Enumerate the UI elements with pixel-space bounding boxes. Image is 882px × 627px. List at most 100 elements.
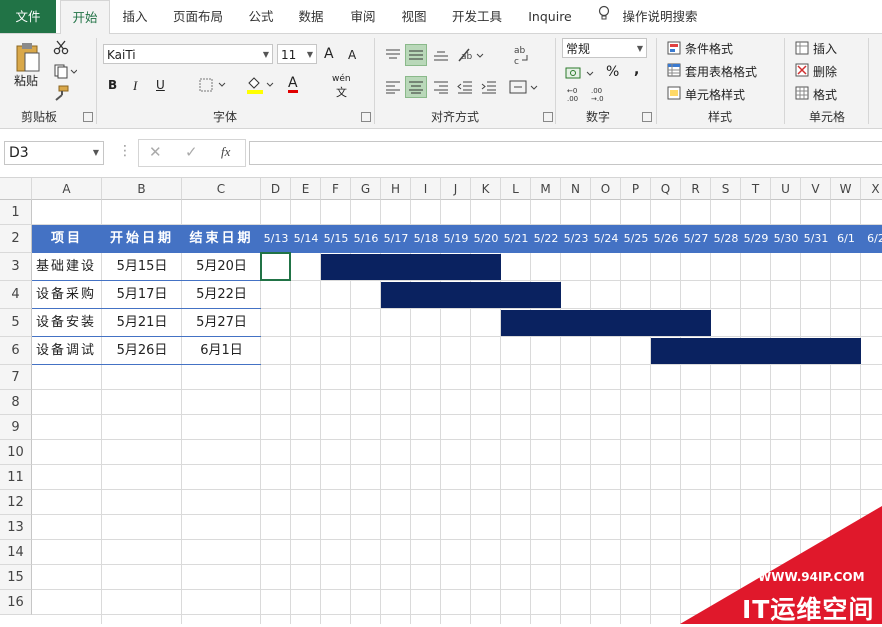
date-header-cell[interactable]: 5/23 <box>561 225 591 253</box>
copy-icon[interactable] <box>52 62 78 80</box>
insert-cells-icon[interactable] <box>794 40 810 56</box>
date-header-cell[interactable]: 5/19 <box>441 225 471 253</box>
font-launcher-icon[interactable] <box>361 112 371 122</box>
date-header-cell[interactable]: 5/30 <box>771 225 801 253</box>
date-header-cell[interactable]: 5/13 <box>261 225 291 253</box>
row-header-11[interactable]: 11 <box>0 465 32 490</box>
column-header-c[interactable]: C <box>182 178 261 200</box>
column-header-k[interactable]: K <box>471 178 501 200</box>
conditional-formatting-icon[interactable] <box>666 40 682 56</box>
decrease-decimal-icon[interactable]: .00 →.0 <box>588 84 610 104</box>
start-date-cell[interactable]: 5月26日 <box>102 337 182 365</box>
end-date-cell[interactable]: 6月1日 <box>182 337 261 365</box>
align-left-icon[interactable] <box>382 76 404 98</box>
tab-view[interactable]: 视图 <box>393 0 435 33</box>
row-header-12[interactable]: 12 <box>0 490 32 515</box>
font-name-select[interactable]: KaiTi ▼ <box>103 44 273 64</box>
row-header-9[interactable]: 9 <box>0 415 32 440</box>
cut-icon[interactable] <box>52 38 70 56</box>
date-header-cell[interactable]: 5/29 <box>741 225 771 253</box>
font-size-select[interactable]: 11 ▼ <box>277 44 317 64</box>
number-format-select[interactable]: 常规 ▼ <box>562 38 647 58</box>
format-as-table-button[interactable]: 套用表格格式 <box>685 63 757 80</box>
end-date-cell[interactable]: 5月27日 <box>182 309 261 337</box>
row-header-5[interactable]: 5 <box>0 309 32 337</box>
font-color-button[interactable]: A <box>288 76 298 93</box>
underline-button[interactable]: U <box>156 78 165 92</box>
borders-icon[interactable] <box>198 76 228 94</box>
conditional-formatting-button[interactable]: 条件格式 <box>685 40 733 57</box>
table-header-cell[interactable]: 结束日期 <box>182 225 261 253</box>
tell-me-search[interactable]: 操作说明搜索 <box>620 0 700 33</box>
cancel-icon[interactable]: ✕ <box>149 143 162 161</box>
formula-input[interactable] <box>249 141 882 165</box>
end-date-cell[interactable]: 5月22日 <box>182 281 261 309</box>
shrink-font-button[interactable]: A <box>348 48 356 62</box>
date-header-cell[interactable]: 5/28 <box>711 225 741 253</box>
date-header-cell[interactable]: 5/18 <box>411 225 441 253</box>
increase-decimal-icon[interactable]: ←0.00 <box>564 84 586 104</box>
align-middle-icon[interactable] <box>405 44 427 66</box>
comma-button[interactable]: , <box>634 62 639 78</box>
date-header-cell[interactable]: 5/17 <box>381 225 411 253</box>
fill-color-icon[interactable] <box>244 74 276 96</box>
format-cells-button[interactable]: 格式 <box>813 86 837 103</box>
cell-styles-button[interactable]: 单元格样式 <box>685 86 745 103</box>
row-header-13[interactable]: 13 <box>0 515 32 540</box>
column-header-s[interactable]: S <box>711 178 741 200</box>
tab-page-layout[interactable]: 页面布局 <box>168 0 228 33</box>
align-bottom-icon[interactable] <box>430 44 452 66</box>
select-all-corner[interactable] <box>0 178 32 200</box>
column-header-b[interactable]: B <box>102 178 182 200</box>
date-header-cell[interactable]: 5/25 <box>621 225 651 253</box>
format-painter-icon[interactable] <box>52 84 70 102</box>
column-header-e[interactable]: E <box>291 178 321 200</box>
italic-button[interactable]: I <box>133 78 137 94</box>
bold-button[interactable]: B <box>108 78 117 92</box>
row-header-1[interactable]: 1 <box>0 200 32 225</box>
tab-insert[interactable]: 插入 <box>114 0 156 33</box>
merge-center-icon[interactable] <box>508 76 540 98</box>
table-header-cell[interactable]: 项目 <box>32 225 102 253</box>
date-header-cell[interactable]: 5/15 <box>321 225 351 253</box>
tab-home[interactable]: 开始 <box>60 0 110 35</box>
clipboard-launcher-icon[interactable] <box>83 112 93 122</box>
column-header-g[interactable]: G <box>351 178 381 200</box>
row-header-14[interactable]: 14 <box>0 540 32 565</box>
column-header-n[interactable]: N <box>561 178 591 200</box>
delete-cells-button[interactable]: 删除 <box>813 63 837 80</box>
paste-icon[interactable] <box>12 40 44 74</box>
date-header-cell[interactable]: 5/16 <box>351 225 381 253</box>
paste-label[interactable]: 粘贴 <box>14 72 38 89</box>
date-header-cell[interactable]: 6/2 <box>861 225 882 253</box>
column-header-v[interactable]: V <box>801 178 831 200</box>
tab-inquire[interactable]: Inquire <box>522 0 578 33</box>
row-header-3[interactable]: 3 <box>0 253 32 281</box>
column-header-u[interactable]: U <box>771 178 801 200</box>
decrease-indent-icon[interactable] <box>454 76 476 98</box>
date-header-cell[interactable]: 5/20 <box>471 225 501 253</box>
cell-styles-icon[interactable] <box>666 85 682 101</box>
start-date-cell[interactable]: 5月17日 <box>102 281 182 309</box>
wrap-text-icon[interactable]: ab c <box>510 42 532 68</box>
tab-formulas[interactable]: 公式 <box>240 0 282 33</box>
task-name-cell[interactable]: 设备调试 <box>32 337 102 365</box>
number-launcher-icon[interactable] <box>642 112 652 122</box>
column-header-l[interactable]: L <box>501 178 531 200</box>
end-date-cell[interactable]: 5月20日 <box>182 253 261 281</box>
alignment-launcher-icon[interactable] <box>543 112 553 122</box>
row-header-16[interactable]: 16 <box>0 590 32 615</box>
tab-developer[interactable]: 开发工具 <box>444 0 510 33</box>
start-date-cell[interactable]: 5月15日 <box>102 253 182 281</box>
percent-button[interactable]: % <box>606 64 619 80</box>
column-header-f[interactable]: F <box>321 178 351 200</box>
date-header-cell[interactable]: 5/21 <box>501 225 531 253</box>
table-header-cell[interactable]: 开始日期 <box>102 225 182 253</box>
date-header-cell[interactable]: 5/22 <box>531 225 561 253</box>
column-header-a[interactable]: A <box>32 178 102 200</box>
tab-review[interactable]: 审阅 <box>342 0 384 33</box>
format-cells-icon[interactable] <box>794 85 810 101</box>
delete-cells-icon[interactable] <box>794 62 810 78</box>
orientation-icon[interactable]: ab <box>456 44 486 66</box>
column-header-d[interactable]: D <box>261 178 291 200</box>
